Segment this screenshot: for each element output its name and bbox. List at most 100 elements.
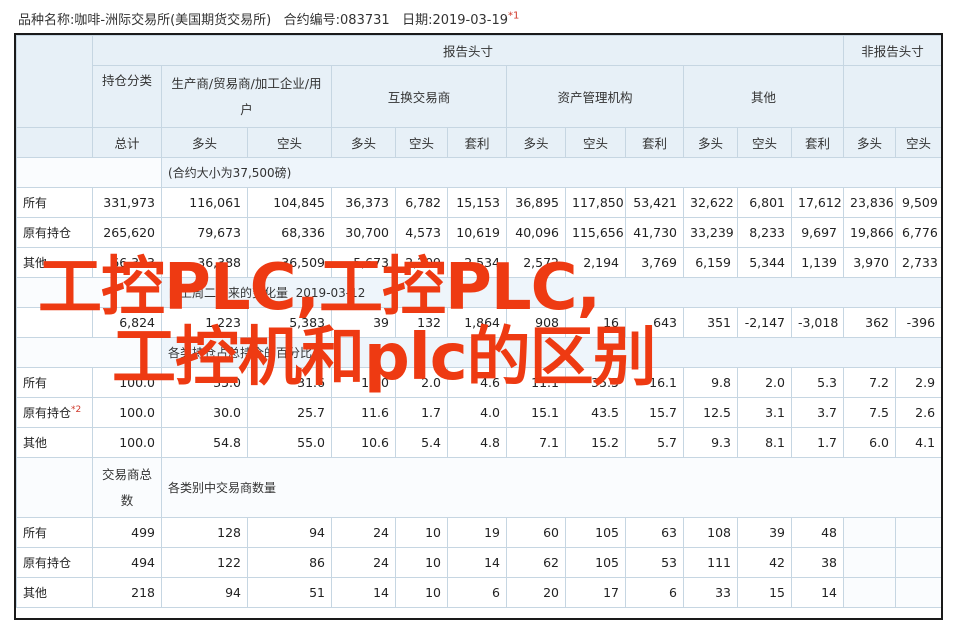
table-cell: 53 — [625, 547, 684, 578]
footnote-1: *1 — [508, 10, 520, 22]
table-cell: 331,973 — [92, 187, 162, 218]
table-cell: 105 — [565, 547, 626, 578]
table-cell: 10 — [395, 517, 448, 548]
table-cell: 499 — [92, 517, 162, 548]
col-nonrep-short: 空头 — [895, 127, 941, 158]
table-cell: 48 — [790, 517, 845, 548]
col-swap-spread: 套利 — [447, 127, 507, 158]
table-cell: 54.8 — [161, 427, 248, 458]
table-cell: 100.0 — [92, 427, 162, 458]
row-label-text: 所有 — [23, 376, 48, 390]
table-cell: 60 — [506, 517, 566, 548]
producer-header: 生产商/贸易商/加工企业/用户 — [161, 65, 332, 128]
table-cell: 30,700 — [331, 217, 396, 248]
nonreportable-header: 非报告头寸 — [843, 35, 941, 66]
trader-row: 其他 218 94 51 14 10 6 20 17 6 33 15 14 — [16, 577, 941, 608]
table-cell: 6,782 — [395, 187, 448, 218]
col-other-short: 空头 — [737, 127, 792, 158]
table-cell: 43.5 — [565, 397, 626, 428]
col-producer-long: 多头 — [161, 127, 248, 158]
table-cell: 20 — [506, 577, 566, 608]
table-cell: 2.6 — [895, 397, 941, 428]
col-blank — [16, 127, 93, 158]
watermark-title-line2: 工控机和plc的区别 — [112, 321, 657, 395]
table-cell: 62 — [506, 547, 566, 578]
table-cell: 5,344 — [737, 247, 792, 278]
table-cell: -3,018 — [790, 307, 845, 338]
table-cell: 5.4 — [395, 427, 448, 458]
pct-row: 其他 100.0 54.8 55.0 10.6 5.4 4.8 7.1 15.2 5.7 9.3 8.… — [16, 427, 941, 458]
table-cell: 7.2 — [843, 367, 897, 398]
table-cell: 362 — [843, 307, 897, 338]
table-cell: 41,730 — [625, 217, 684, 248]
table-cell: 117,850 — [565, 187, 626, 218]
row-label: 原有持仓 — [16, 217, 93, 248]
table-cell: 1,139 — [790, 247, 845, 278]
table-cell: 14 — [447, 547, 507, 578]
table-cell: 3,769 — [625, 247, 684, 278]
table-cell: 19,866 — [843, 217, 897, 248]
table-cell: 17 — [565, 577, 626, 608]
info-line: 品种名称:咖啡-洲际交易所(美国期货交易所) 合约编号:083731 日期:20… — [18, 9, 519, 28]
col-managed-short: 空头 — [565, 127, 626, 158]
table-cell: 68,336 — [247, 217, 332, 248]
row-label: 所有 — [16, 187, 93, 218]
table-cell: 24 — [331, 547, 396, 578]
col-managed-long: 多头 — [506, 127, 566, 158]
position-row: 原有持仓 265,620 79,673 68,336 30,700 4,573 10,619… — [16, 217, 941, 248]
table-cell — [843, 517, 897, 548]
table-cell: 14 — [790, 577, 845, 608]
table-cell: 4,573 — [395, 217, 448, 248]
table-cell: 33,239 — [683, 217, 738, 248]
table-cell: 10.6 — [331, 427, 396, 458]
table-cell: 42 — [737, 547, 792, 578]
table-cell: 10 — [395, 577, 448, 608]
table-cell: 36,373 — [331, 187, 396, 218]
table-cell: 265,620 — [92, 217, 162, 248]
table-cell: 5.3 — [790, 367, 845, 398]
row-label: 所有 — [16, 517, 93, 548]
table-cell — [895, 577, 941, 608]
table-cell: 1.7 — [395, 397, 448, 428]
row-label-text: 其他 — [23, 586, 48, 600]
contract-size-note: (合约大小为37,500磅) — [160, 157, 941, 188]
col-producer-short: 空头 — [247, 127, 332, 158]
table-cell: 4.0 — [447, 397, 507, 428]
table-cell: 17,612 — [790, 187, 845, 218]
table-cell: 51 — [247, 577, 332, 608]
table-cell: 108 — [683, 517, 738, 548]
table-cell: 494 — [92, 547, 162, 578]
table-cell: 36,895 — [506, 187, 566, 218]
date-label: 日期: — [402, 13, 433, 28]
table-cell: 38 — [790, 547, 845, 578]
table-cell: 63 — [625, 517, 684, 548]
table-cell — [843, 547, 897, 578]
table-cell — [895, 517, 941, 548]
row-label-text: 原有持仓 — [23, 556, 72, 570]
table-cell: 5.7 — [625, 427, 684, 458]
table-cell: 3.7 — [790, 397, 845, 428]
table-cell: 6.0 — [843, 427, 897, 458]
table-cell: 6,776 — [895, 217, 941, 248]
row-label: 原有持仓*2 — [16, 397, 93, 428]
table-cell: 8.1 — [737, 427, 792, 458]
table-cell: 3,970 — [843, 247, 897, 278]
table-cell: 33 — [683, 577, 738, 608]
position-row: 所有 331,973 116,061 104,845 36,373 6,782 15,153… — [16, 187, 941, 218]
table-cell: 15.1 — [506, 397, 566, 428]
table-cell: 86 — [247, 547, 332, 578]
row-label-text: 所有 — [23, 196, 48, 210]
table-cell: 7.5 — [843, 397, 897, 428]
table-cell: 23,836 — [843, 187, 897, 218]
col-managed-spread: 套利 — [625, 127, 684, 158]
table-cell: 15.2 — [565, 427, 626, 458]
table-cell: 122 — [161, 547, 248, 578]
table-cell: 24 — [331, 517, 396, 548]
table-cell: 9.3 — [683, 427, 738, 458]
table-cell: 32,622 — [683, 187, 738, 218]
table-cell: 19 — [447, 517, 507, 548]
contract-label: 合约编号: — [283, 13, 341, 28]
table-cell: 111 — [683, 547, 738, 578]
row-label-text: 其他 — [23, 436, 48, 450]
table-cell: 6 — [447, 577, 507, 608]
